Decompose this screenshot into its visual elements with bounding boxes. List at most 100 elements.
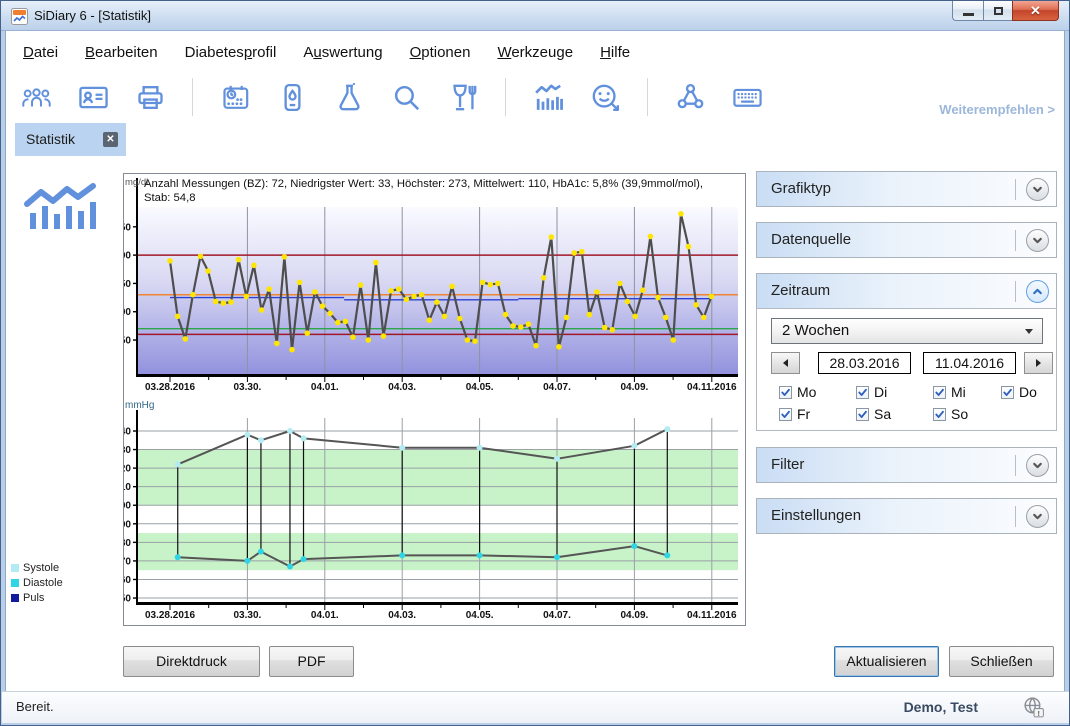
- chevron-down-icon[interactable]: [1026, 229, 1049, 252]
- svg-text:80: 80: [124, 538, 131, 549]
- close-button[interactable]: ✕: [1012, 1, 1059, 21]
- pdf-button[interactable]: PDF: [269, 646, 354, 677]
- menu-bearbeiten[interactable]: Bearbeiten: [85, 44, 158, 61]
- close-icon: ✕: [1030, 3, 1041, 19]
- menu-diabetesprofil[interactable]: Diabetesprofil: [185, 44, 277, 61]
- time-range-select[interactable]: 2 Wochen: [771, 318, 1043, 344]
- patients-icon[interactable]: [19, 78, 53, 116]
- checkbox-icon[interactable]: [856, 386, 869, 399]
- weekday-checkbox-mi[interactable]: Mi: [933, 384, 966, 400]
- weekday-checkbox-fr[interactable]: Fr: [779, 406, 810, 422]
- blood-pressure-chart: 506070809010011012013014003.28.201603.30…: [124, 396, 745, 625]
- statistics-page-icon: [19, 171, 109, 235]
- title-bar: SiDiary 6 - [Statistik] ✕: [1, 1, 1069, 31]
- svg-text:04.05.: 04.05.: [466, 610, 494, 621]
- legend-label: Systole: [23, 562, 59, 574]
- checkbox-icon[interactable]: [1001, 386, 1014, 399]
- svg-text:04.09.: 04.09.: [620, 382, 648, 393]
- legend-label: Puls: [23, 592, 44, 604]
- schliessen-button[interactable]: Schließen: [949, 646, 1054, 677]
- checkbox-icon[interactable]: [779, 386, 792, 399]
- maximize-button[interactable]: [983, 1, 1012, 21]
- checkbox-icon[interactable]: [933, 386, 946, 399]
- chevron-up-icon[interactable]: [1026, 280, 1049, 303]
- section-title: Filter: [771, 448, 804, 482]
- svg-text:03.28.2016: 03.28.2016: [145, 382, 195, 393]
- svg-text:04.01.: 04.01.: [311, 610, 339, 621]
- svg-text:03.28.2016: 03.28.2016: [145, 610, 195, 621]
- glucose-meter-icon[interactable]: [275, 78, 309, 116]
- menu-datei[interactable]: Datei: [23, 44, 58, 61]
- toolbar-separator: [505, 78, 506, 116]
- recommend-link[interactable]: Weiterempfehlen >: [939, 102, 1055, 117]
- svg-text:130: 130: [124, 445, 131, 456]
- date-from-field[interactable]: 28.03.2016: [818, 352, 911, 374]
- weekday-checkbox-do[interactable]: Do: [1001, 384, 1037, 400]
- chevron-down-icon[interactable]: [1026, 454, 1049, 477]
- svg-text:04.07.: 04.07.: [543, 382, 571, 393]
- section-zeitraum: Zeitraum: [756, 273, 1057, 309]
- calendar-clock-icon[interactable]: [218, 78, 252, 116]
- aktualisieren-button[interactable]: Aktualisieren: [834, 646, 939, 677]
- checkbox-icon[interactable]: [933, 408, 946, 421]
- section-filter: Filter: [756, 447, 1057, 483]
- share-icon[interactable]: [673, 78, 707, 116]
- menu-auswertung[interactable]: Auswertung: [303, 44, 382, 61]
- checkbox-icon[interactable]: [856, 408, 869, 421]
- svg-text:100: 100: [124, 307, 131, 318]
- section-title: Grafiktyp: [771, 172, 831, 206]
- svg-text:Anzahl Messungen (BZ): 72, Nie: Anzahl Messungen (BZ): 72, Niedrigster W…: [144, 178, 703, 190]
- svg-text:!: !: [1037, 709, 1039, 718]
- legend-swatch: [11, 579, 19, 587]
- weekday-checkbox-so[interactable]: So: [933, 406, 968, 422]
- weekday-checkbox-di[interactable]: Di: [856, 384, 887, 400]
- weekday-checkbox-sa[interactable]: Sa: [856, 406, 891, 422]
- arrow-left-icon: [783, 359, 788, 367]
- divider: [1015, 230, 1016, 251]
- time-range-value: 2 Wochen: [782, 319, 849, 343]
- menu-hilfe[interactable]: Hilfe: [600, 44, 630, 61]
- tab-close-icon[interactable]: ✕: [103, 132, 118, 147]
- food-icon[interactable]: [446, 78, 480, 116]
- checkbox-icon[interactable]: [779, 408, 792, 421]
- legend-swatch: [11, 564, 19, 572]
- legend-swatch: [11, 594, 19, 602]
- wellness-icon[interactable]: [588, 78, 622, 116]
- lab-flask-icon[interactable]: [332, 78, 366, 116]
- section-einstellungen: Einstellungen: [756, 498, 1057, 534]
- app-icon: [11, 8, 28, 25]
- svg-text:150: 150: [124, 279, 131, 290]
- chevron-down-icon[interactable]: [1026, 178, 1049, 201]
- direktdruck-button[interactable]: Direktdruck: [123, 646, 260, 677]
- svg-text:04.01.: 04.01.: [311, 382, 339, 393]
- svg-text:140: 140: [124, 427, 131, 438]
- date-to-field[interactable]: 11.04.2016: [923, 352, 1016, 374]
- status-text: Bereit.: [16, 692, 54, 722]
- svg-text:70: 70: [124, 556, 131, 567]
- chevron-down-icon[interactable]: [1026, 505, 1049, 528]
- svg-text:100: 100: [124, 501, 131, 512]
- weekday-checkbox-mo[interactable]: Mo: [779, 384, 816, 400]
- section-title: Zeitraum: [771, 274, 830, 308]
- statistics-icon[interactable]: [531, 78, 565, 116]
- toolbar: [19, 75, 764, 119]
- window-title: SiDiary 6 - [Statistik]: [34, 1, 151, 30]
- svg-text:90: 90: [124, 519, 131, 530]
- online-sync-icon: !: [1021, 695, 1046, 720]
- patient-card-icon[interactable]: [76, 78, 110, 116]
- divider: [1015, 506, 1016, 527]
- menu-werkzeuge[interactable]: Werkzeuge: [497, 44, 573, 61]
- svg-text:Stab: 54,8: Stab: 54,8: [144, 192, 196, 204]
- search-icon[interactable]: [389, 78, 423, 116]
- glucose-chart: 5010015020025003.28.201603.30.04.01.04.0…: [124, 174, 745, 396]
- legend-item-puls: Puls: [11, 590, 63, 605]
- previous-period-button[interactable]: [771, 352, 800, 374]
- print-icon[interactable]: [133, 78, 167, 116]
- keyboard-icon[interactable]: [730, 78, 764, 116]
- menu-optionen[interactable]: Optionen: [410, 44, 471, 61]
- weekday-label: Mo: [797, 384, 816, 400]
- svg-text:04.05.: 04.05.: [466, 382, 494, 393]
- next-period-button[interactable]: [1024, 352, 1053, 374]
- minimize-button[interactable]: [952, 1, 983, 21]
- tab-statistik[interactable]: Statistik ✕: [15, 123, 126, 156]
